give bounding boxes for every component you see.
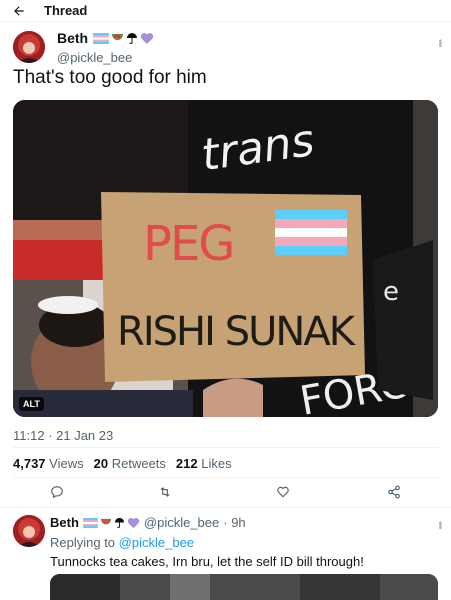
author-name-row: Beth: [57, 30, 154, 46]
reply-photo: [50, 574, 438, 600]
retweets-stat[interactable]: 20 Retweets: [94, 456, 166, 471]
protest-photo: trans FORCE e PEG RISHI SUNAK: [13, 100, 438, 417]
replying-to-link[interactable]: @pickle_bee: [119, 535, 194, 550]
reply-more-options-button[interactable]: •••: [432, 518, 446, 532]
reply-avatar[interactable]: [13, 515, 45, 547]
back-button[interactable]: [11, 3, 27, 19]
watermelon-icon: [100, 518, 111, 525]
alt-badge[interactable]: ALT: [19, 397, 44, 411]
author-handle[interactable]: @pickle_bee: [57, 50, 132, 65]
avatar[interactable]: [13, 31, 45, 63]
reply-text: Tunnocks tea cakes, Irn bru, let the sel…: [50, 554, 364, 569]
umbrella-icon: [114, 517, 124, 528]
tweet-timestamp[interactable]: 11:12 · 21 Jan 23: [13, 428, 113, 443]
reply-author-name[interactable]: Beth: [50, 515, 79, 530]
like-button[interactable]: [275, 484, 291, 500]
more-icon: •••: [434, 521, 445, 529]
more-options-button[interactable]: •••: [432, 36, 446, 50]
replying-prefix: Replying to: [50, 535, 116, 550]
sign-trans-flag: [275, 210, 347, 255]
author-emojis: [93, 32, 154, 45]
likes-stat[interactable]: 212 Likes: [176, 456, 232, 471]
tweet-actions: [0, 484, 451, 502]
trans-flag-icon: [83, 517, 98, 528]
author-name[interactable]: Beth: [57, 30, 88, 46]
divider: [13, 477, 438, 478]
reply-icon: [51, 486, 63, 499]
views-count: 4,737: [13, 456, 46, 471]
purple-heart-icon: [127, 517, 140, 528]
likes-count: 212: [175, 456, 198, 471]
reply-button[interactable]: [49, 484, 65, 500]
retweets-label: Retweets: [111, 456, 166, 471]
page-title: Thread: [44, 3, 88, 18]
watermelon-icon: [112, 34, 124, 40]
views-label: Views: [49, 456, 84, 471]
share-icon: [388, 485, 400, 499]
reply-time[interactable]: · 9h: [223, 515, 245, 530]
more-icon: •••: [434, 39, 445, 47]
share-button[interactable]: [386, 484, 402, 500]
banner-scribble: e: [383, 277, 399, 307]
sign-text-name: RISHI SUNAK: [117, 309, 357, 355]
divider: [0, 507, 451, 508]
views-stat[interactable]: 4,737 Views: [13, 456, 84, 471]
trans-flag-icon: [93, 32, 110, 44]
reply-author-emojis: [83, 517, 140, 529]
umbrella-icon: [127, 33, 138, 44]
like-icon: [277, 486, 289, 498]
reply-author-row: Beth @pickle_bee · 9h: [50, 515, 246, 530]
tweet-stats: 4,737 Views 20 Retweets 212 Likes: [13, 456, 232, 471]
sign-text-peg: PEG: [143, 216, 233, 272]
reply-handle[interactable]: @pickle_bee: [144, 515, 219, 530]
tweet-text: That's too good for him: [13, 67, 207, 88]
thread-header: Thread: [0, 0, 451, 22]
tweet-image[interactable]: trans FORCE e PEG RISHI SUNAK ALT: [13, 100, 438, 417]
likes-label: Likes: [201, 456, 232, 471]
replying-to: Replying to @pickle_bee: [50, 535, 194, 550]
retweet-button[interactable]: [157, 484, 173, 500]
retweets-count: 20: [93, 456, 109, 471]
arrow-left-icon: [14, 6, 24, 16]
reply-image[interactable]: [50, 574, 438, 600]
divider: [13, 447, 438, 448]
purple-heart-icon: [140, 32, 154, 44]
retweet-icon: [160, 487, 170, 497]
